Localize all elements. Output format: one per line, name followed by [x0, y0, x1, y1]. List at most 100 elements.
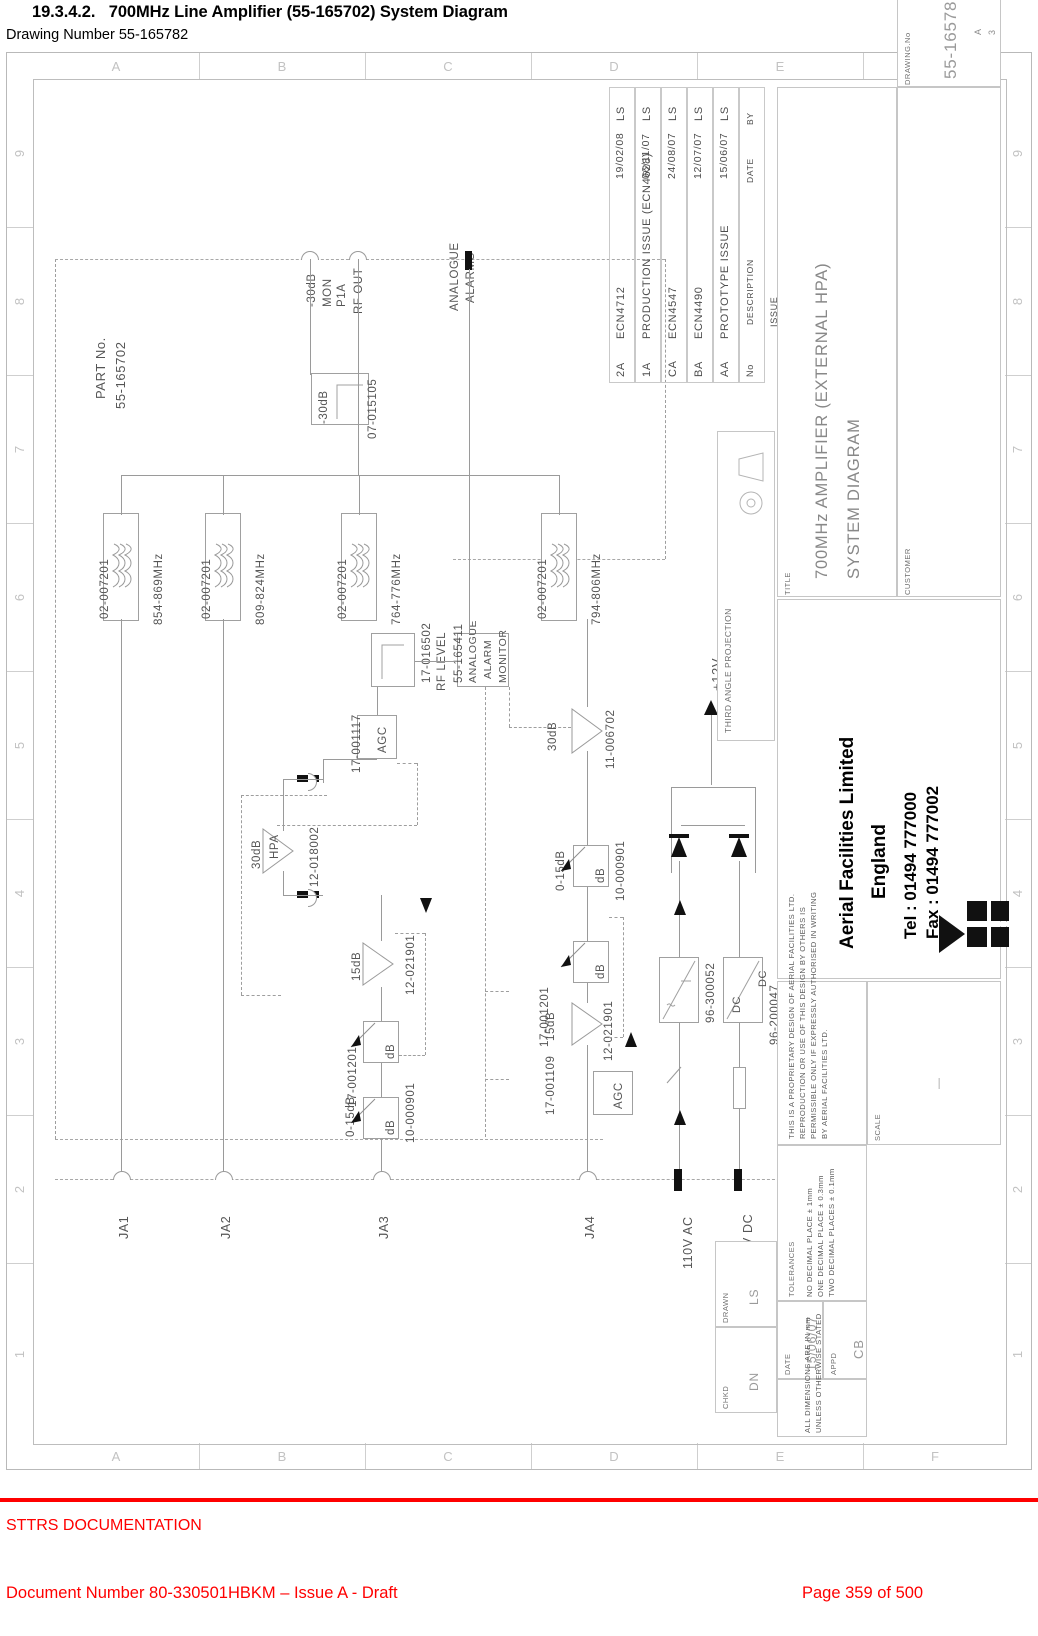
ac-input-pad — [674, 1169, 682, 1191]
dc-dc-in-label: DC — [731, 995, 743, 1013]
rev-header-no: No — [745, 364, 755, 377]
wire-f2-up — [223, 475, 224, 515]
filter-854-869-coil-icon — [111, 543, 132, 588]
port-label-rf-out: RF OUT — [353, 267, 365, 314]
rev-CA-desc: ECN4547 — [667, 286, 679, 339]
zone-col-D-top: D — [609, 58, 619, 74]
dc-dc-out-label: DC — [757, 969, 769, 987]
attenuator-d-adjust-arrow-icon — [560, 846, 586, 872]
footer-document-label: STTRS DOCUMENTATION — [6, 1517, 202, 1534]
drawn-label: DRAWN — [721, 1292, 730, 1323]
wire-hpa-out-up — [283, 779, 284, 831]
rev-AA-by: LS — [719, 106, 731, 121]
alarm-bus-h — [485, 991, 509, 992]
wire-att-a-to-att-b — [381, 1063, 382, 1097]
zone-row-6-left: 6 — [12, 593, 28, 601]
wire-combiner-bus — [121, 475, 559, 476]
agc-upper-control-top — [277, 825, 417, 826]
wire-f3-up — [359, 475, 360, 515]
agc-lower-part: 17-001109 — [545, 1055, 557, 1115]
title-cell-label: TITLE — [783, 572, 792, 595]
connector-analogue-alarms-pad — [465, 251, 472, 270]
projection-label: THIRD ANGLE PROJECTION — [723, 608, 733, 733]
attenuator-a-label: dB — [385, 1043, 397, 1059]
zone-row-2-left: 2 — [12, 1185, 28, 1193]
amp-15db-lower-part: 12-021901 — [603, 1000, 615, 1061]
scale-value: — — [933, 1077, 945, 1089]
title-cell — [777, 87, 897, 597]
filter-854-869-part: 02-007201 — [99, 558, 111, 619]
zone-col-A-top: A — [111, 58, 121, 74]
zone-col-D-bottom: D — [609, 1448, 619, 1464]
rev-1A-desc: PRODUCTION ISSUE (ECN4628) — [641, 152, 653, 339]
drawing-title-line1: 700MHz AMPLIFIER (EXTERNAL HPA) — [813, 262, 831, 579]
aerial-facilities-logo — [939, 901, 1009, 953]
zone-col-B-top: B — [277, 58, 287, 74]
company-country: England — [869, 824, 890, 899]
zone-row-5-left: 5 — [12, 741, 28, 749]
attenuator-a-adjust-arrow-icon — [350, 1022, 376, 1048]
zone-row-6-right: 6 — [1010, 593, 1026, 601]
wire-rfout-down — [358, 259, 359, 475]
wire-amp15l-to-ja4 — [587, 1045, 588, 1179]
wire-f4-to-amp30 — [587, 619, 588, 707]
drawing-no-value: 55-165782 — [941, 0, 960, 79]
attenuator-c-adjust-arrow-icon — [560, 942, 586, 968]
zone-row-7-left: 7 — [12, 445, 28, 453]
zone-row-8-left: 8 — [12, 297, 28, 305]
wire-f4-up — [559, 475, 560, 515]
or-diode-right-icon — [729, 834, 749, 857]
filter-764-776-value: 764-776MHz — [391, 553, 403, 625]
attenuator-d-part: 10-000901 — [615, 840, 627, 901]
rev-AA-no: AA — [719, 360, 731, 377]
rev-1A-date: 06/11/07 — [640, 133, 652, 179]
hpa-boundary-bottom — [241, 995, 281, 996]
drawn-value: LS — [747, 1288, 761, 1305]
attenuator-d-label: dB — [595, 867, 607, 883]
customer-cell — [897, 87, 1001, 597]
rev-2A-no: 2A — [615, 362, 627, 377]
hpa-gain-label: 30dB — [251, 839, 263, 869]
agc-upper-part: 17-001117 — [351, 714, 363, 773]
amp30-control-h — [509, 727, 571, 728]
ja1-label: JA1 — [117, 1215, 131, 1239]
scale-label: SCALE — [873, 1113, 882, 1141]
zone-col-E-top: E — [775, 58, 785, 74]
tolerance-line1: NO DECIMAL PLACE ± 1mm — [805, 1187, 814, 1297]
attenuator-b-adjust-arrow-icon — [350, 1098, 376, 1124]
wire-agc-upper-to-rflevel — [377, 687, 378, 715]
lower-control-v — [623, 917, 624, 1037]
sheet-size-value: A — [973, 28, 983, 35]
tolerance-line2: ONE DECIMAL PLACE ± 0.3mm — [816, 1175, 825, 1297]
assembly-boundary-left — [55, 259, 56, 1139]
lower-control-h — [609, 917, 623, 918]
sheet-count-value: 3 — [987, 29, 997, 35]
rev-CA-no: CA — [667, 360, 679, 377]
attenuator-c-part: 17-001201 — [539, 986, 551, 1047]
filter-809-824-coil-icon — [213, 543, 234, 588]
rf-level-slash-icon — [381, 644, 404, 679]
port-label-analogue-alarms-1: ANALOGUE — [449, 242, 461, 311]
date-label: DATE — [783, 1353, 792, 1375]
port-label-mon: MON — [322, 278, 334, 307]
wire-mon-down — [310, 259, 311, 375]
filter-794-806-value: 794-806MHz — [591, 553, 603, 625]
ac-dc-converter-part: 96-300052 — [705, 962, 717, 1023]
appd-value: CB — [851, 1339, 866, 1359]
ja3-saddle — [373, 1171, 391, 1180]
port-label-30db: -30dB — [306, 273, 318, 307]
rev-header-date: DATE — [745, 158, 755, 183]
zone-row-1-left: 1 — [12, 1350, 28, 1358]
customer-cell-label: CUSTOMER — [903, 548, 912, 595]
amp-upper-control-h2 — [395, 933, 425, 934]
zone-row-9-left: 9 — [12, 149, 28, 157]
amp-upper-control-h — [399, 1055, 425, 1056]
wire-hpa-in-dn — [283, 871, 284, 895]
mains-switch-icon — [666, 1066, 682, 1084]
amp-15db-lower-symbol — [571, 1002, 603, 1046]
filter-794-806-coil-icon — [549, 543, 570, 588]
fuse-body — [733, 1067, 746, 1109]
wire-hpa-in-run — [283, 895, 323, 896]
monitor-control-v — [509, 687, 510, 727]
connector-rail — [55, 1179, 795, 1180]
